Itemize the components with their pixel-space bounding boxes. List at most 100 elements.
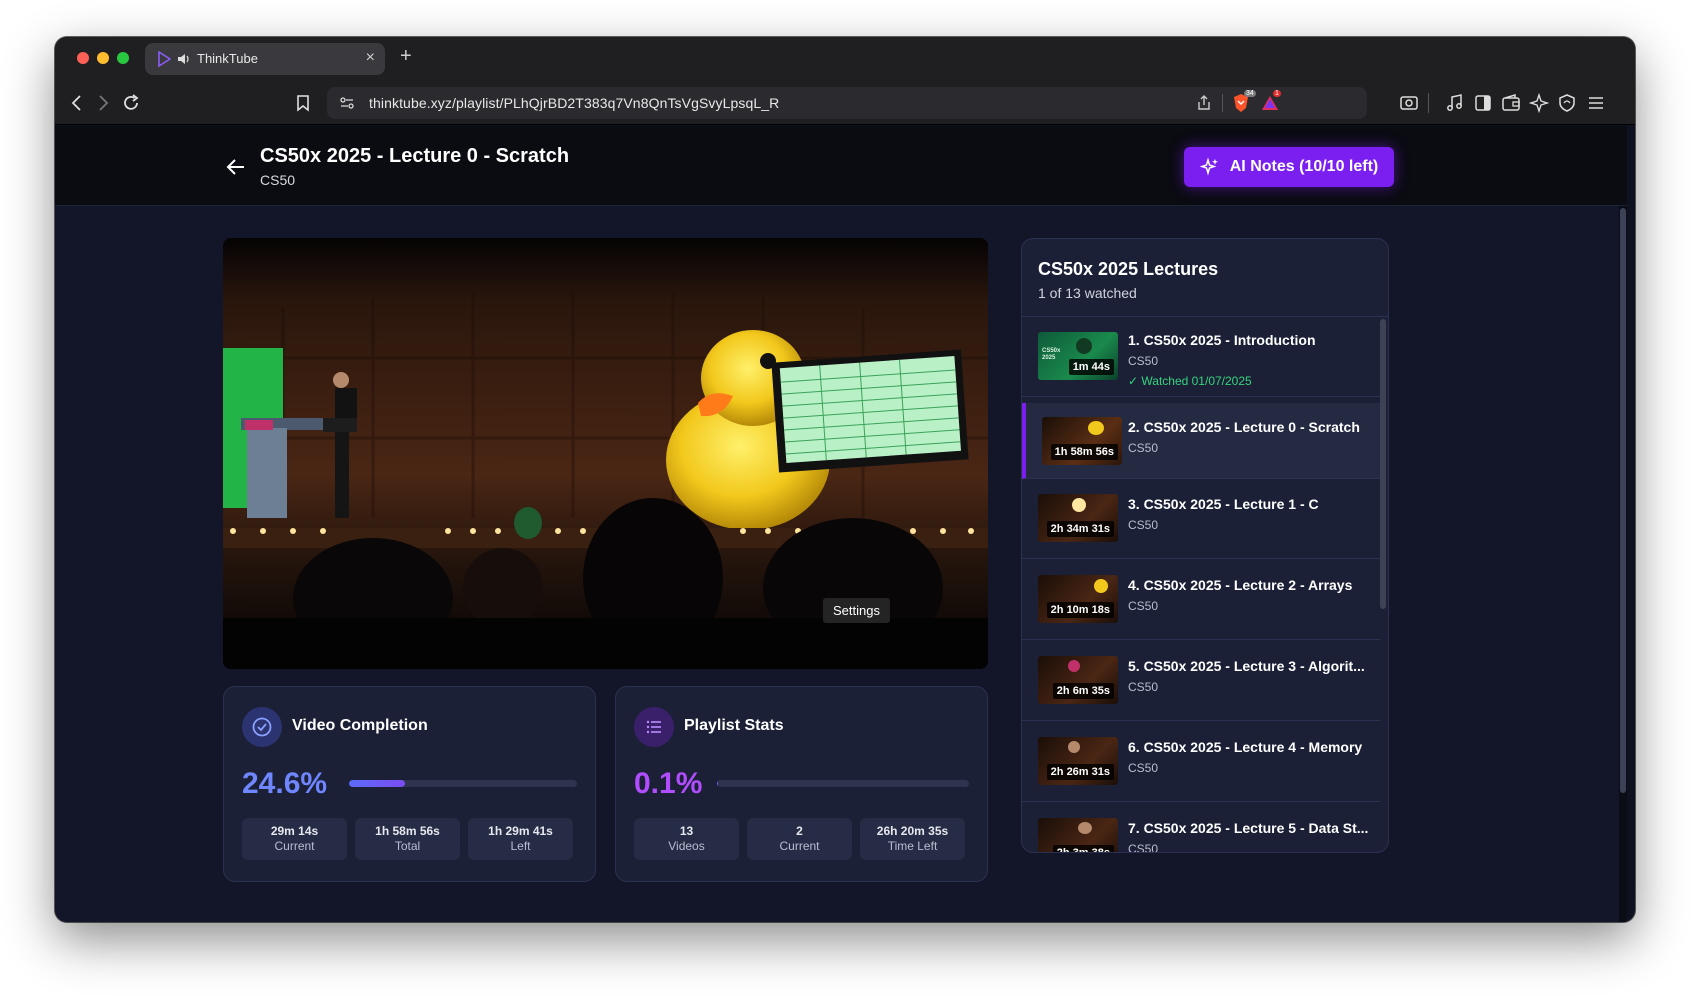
reload-icon[interactable] bbox=[121, 93, 141, 113]
playlist-title: CS50x 2025 Lectures bbox=[1038, 259, 1219, 279]
playlist-item[interactable]: CS50x 2025 1m 44s 1. CS50x 2025 - Introdu… bbox=[1022, 317, 1380, 397]
completion-progress-bar bbox=[349, 780, 577, 787]
playlist-icon-wrap bbox=[634, 707, 674, 747]
browser-window: ThinkTube × + thinktube.xyz/playlist/PLh… bbox=[55, 37, 1635, 922]
page-scrollbar[interactable] bbox=[1620, 208, 1626, 793]
thumbnail-art bbox=[1068, 660, 1080, 672]
video-duration: 2h 34m 31s bbox=[1046, 521, 1114, 537]
video-channel: CS50 bbox=[1128, 680, 1159, 694]
playlist-item[interactable]: 2h 10m 18s 4. CS50x 2025 - Lecture 2 - A… bbox=[1022, 560, 1380, 640]
playlist-stats-title: Playlist Stats bbox=[684, 717, 784, 734]
minimize-window-button[interactable] bbox=[97, 52, 109, 64]
video-thumbnail: 2h 3m 38s bbox=[1038, 818, 1118, 852]
thumbnail-art bbox=[1088, 421, 1104, 435]
playlist-panel: CS50x 2025 Lectures 1 of 13 watched CS50… bbox=[1021, 238, 1389, 853]
stat-playlist-time-left: 26h 20m 35s Time Left bbox=[860, 818, 965, 860]
playlist-item[interactable]: 2h 26m 31s 6. CS50x 2025 - Lecture 4 - M… bbox=[1022, 722, 1380, 802]
speaker-icon[interactable] bbox=[177, 52, 191, 66]
tab-title: ThinkTube bbox=[197, 51, 258, 66]
video-channel: CS50 bbox=[1128, 441, 1159, 455]
url-divider bbox=[1222, 94, 1223, 112]
video-title: 6. CS50x 2025 - Lecture 4 - Memory bbox=[1128, 739, 1363, 755]
thumbnail-art bbox=[1068, 741, 1080, 753]
stat-label: Current bbox=[274, 839, 315, 853]
watched-status: ✓ Watched 01/07/2025 bbox=[1128, 374, 1252, 388]
sparkles-icon bbox=[1199, 157, 1218, 176]
video-channel: CS50 bbox=[1128, 842, 1159, 853]
completion-percent: 24.6% bbox=[242, 767, 328, 800]
playlist-item[interactable]: 2h 6m 35s 5. CS50x 2025 - Lecture 3 - Al… bbox=[1022, 641, 1380, 721]
vpn-icon[interactable] bbox=[1557, 93, 1577, 113]
video-channel: CS50 bbox=[1128, 354, 1159, 368]
playlist-watched-count: 1 of 13 watched bbox=[1038, 285, 1137, 301]
menu-icon[interactable] bbox=[1586, 93, 1606, 113]
sidebar-icon[interactable] bbox=[1473, 93, 1493, 113]
video-title: 7. CS50x 2025 - Lecture 5 - Data St... bbox=[1128, 820, 1369, 836]
page-title: CS50x 2025 - Lecture 0 - Scratch bbox=[260, 145, 570, 167]
stat-value: 1h 58m 56s bbox=[375, 824, 440, 838]
playlist-percent: 0.1% bbox=[634, 767, 703, 800]
playlist-list[interactable]: CS50x 2025 1m 44s 1. CS50x 2025 - Introdu… bbox=[1022, 317, 1380, 853]
playlist-item[interactable]: 2h 3m 38s 7. CS50x 2025 - Lecture 5 - Da… bbox=[1022, 803, 1380, 853]
video-channel: CS50 bbox=[1128, 518, 1159, 532]
thumbnail-art bbox=[1072, 498, 1086, 512]
video-duration: 1m 44s bbox=[1068, 359, 1114, 375]
media-icon[interactable] bbox=[1445, 93, 1465, 113]
check-circle-icon bbox=[252, 717, 272, 737]
stat-label: Videos bbox=[668, 839, 705, 853]
video-channel: CS50 bbox=[1128, 761, 1159, 775]
tab-bar: ThinkTube × + bbox=[55, 37, 1635, 81]
video-completion-card: Video Completion 24.6% 29m 14s Current 1… bbox=[223, 686, 596, 882]
stat-current-index: 2 Current bbox=[747, 818, 852, 860]
stat-value: 26h 20m 35s bbox=[876, 824, 949, 838]
list-icon bbox=[646, 720, 661, 734]
browser-tab[interactable]: ThinkTube × bbox=[145, 43, 385, 75]
video-thumbnail: 2h 34m 31s bbox=[1038, 494, 1118, 542]
completion-icon-wrap bbox=[242, 707, 282, 747]
close-window-button[interactable] bbox=[77, 52, 89, 64]
video-title: 1. CS50x 2025 - Introduction bbox=[1128, 332, 1316, 348]
wallet-icon[interactable] bbox=[1501, 93, 1521, 113]
stat-label: Time Left bbox=[887, 839, 938, 853]
address-bar[interactable]: thinktube.xyz/playlist/PLhQjrBD2T383q7Vn… bbox=[327, 87, 1367, 119]
video-title: 5. CS50x 2025 - Lecture 3 - Algorit... bbox=[1128, 658, 1365, 674]
rewards-count: 1 bbox=[1273, 90, 1281, 97]
leo-ai-icon[interactable] bbox=[1529, 93, 1549, 113]
new-tab-button[interactable]: + bbox=[400, 45, 412, 68]
thumbnail-art bbox=[1094, 579, 1108, 593]
channel-name: CS50 bbox=[260, 172, 296, 188]
settings-tooltip: Settings bbox=[823, 598, 890, 623]
url-text: thinktube.xyz/playlist/PLhQjrBD2T383q7Vn… bbox=[369, 95, 780, 111]
back-icon[interactable] bbox=[67, 93, 87, 113]
screenshot-icon[interactable] bbox=[1399, 93, 1419, 113]
video-player[interactable]: Settings bbox=[223, 238, 988, 669]
back-arrow-icon[interactable] bbox=[225, 156, 247, 178]
video-thumbnail: 2h 26m 31s bbox=[1038, 737, 1118, 785]
stat-value: 1h 29m 41s bbox=[488, 824, 553, 838]
close-tab-icon[interactable]: × bbox=[366, 49, 375, 67]
page-header: CS50x 2025 - Lecture 0 - Scratch CS50 AI… bbox=[55, 126, 1627, 206]
video-duration: 2h 10m 18s bbox=[1046, 602, 1114, 618]
thumbnail-art bbox=[1076, 338, 1092, 354]
video-duration: 2h 3m 38s bbox=[1052, 845, 1114, 852]
bookmark-icon[interactable] bbox=[293, 93, 313, 113]
maximize-window-button[interactable] bbox=[117, 52, 129, 64]
playlist-item-active[interactable]: 1h 58m 56s 2. CS50x 2025 - Lecture 0 - S… bbox=[1022, 403, 1380, 479]
share-icon[interactable] bbox=[1195, 94, 1213, 112]
video-duration: 2h 6m 35s bbox=[1052, 683, 1114, 699]
play-icon bbox=[158, 51, 171, 67]
ai-notes-label: AI Notes (10/10 left) bbox=[1229, 158, 1379, 175]
video-thumbnail: 2h 10m 18s bbox=[1038, 575, 1118, 623]
playlist-item[interactable]: 2h 34m 31s 3. CS50x 2025 - Lecture 1 - C… bbox=[1022, 479, 1380, 559]
video-duration: 1h 58m 56s bbox=[1050, 444, 1118, 460]
playlist-progress-bar bbox=[717, 780, 969, 787]
completion-progress-fill bbox=[349, 780, 406, 787]
forward-icon[interactable] bbox=[93, 93, 113, 113]
ai-notes-button[interactable]: AI Notes (10/10 left) bbox=[1184, 147, 1394, 187]
thumbnail-art bbox=[1078, 822, 1092, 834]
site-settings-icon[interactable] bbox=[339, 95, 355, 111]
stat-value: 13 bbox=[679, 824, 694, 838]
playlist-scrollbar[interactable] bbox=[1380, 319, 1386, 609]
video-thumbnail: 2h 6m 35s bbox=[1038, 656, 1118, 704]
stat-videos: 13 Videos bbox=[634, 818, 739, 860]
